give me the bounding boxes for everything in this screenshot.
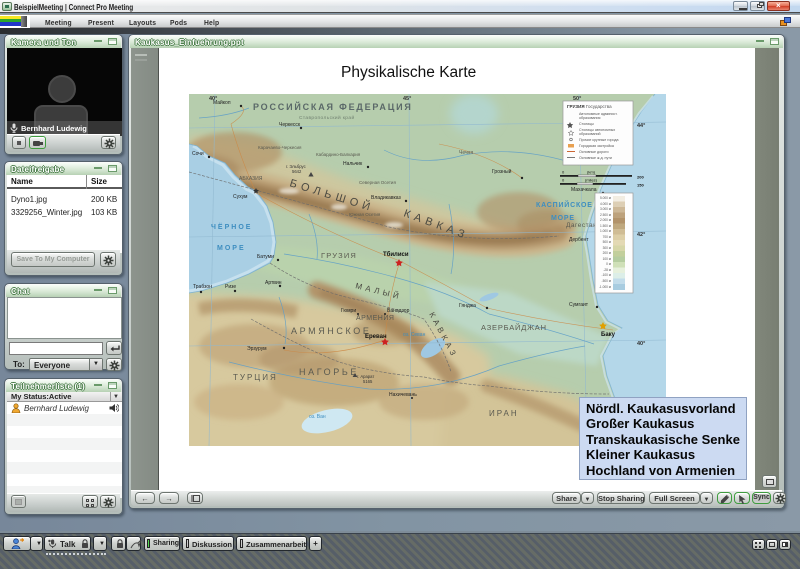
svg-text:Махачкала: Махачкала [571,187,597,193]
svg-text:2.000 м: 2.000 м [600,218,611,222]
svg-text:Черкесск: Черкесск [279,122,301,128]
svg-text:100 м: 100 м [603,257,611,261]
svg-text:Прочие крупные города: Прочие крупные города [579,138,618,142]
svg-text:5165: 5165 [363,379,373,384]
svg-text:Столицы: Столицы [579,122,594,126]
svg-text:Карачаево-Черкесия: Карачаево-Черкесия [258,145,302,150]
svg-text:4.000 м: 4.000 м [600,202,611,206]
svg-text:ЧЁРНОЕ: ЧЁРНОЕ [211,223,252,231]
svg-text:Дербент: Дербент [569,237,589,243]
svg-text:оз. Севан: оз. Севан [403,332,426,338]
svg-text:АРМЯНСКОЕ: АРМЯНСКОЕ [291,326,371,336]
svg-text:Тбилиси: Тбилиси [383,251,409,258]
svg-text:образований: образований [579,132,601,136]
svg-text:КАСПИЙСКОЕ: КАСПИЙСКОЕ [536,200,593,209]
svg-text:Северная Осетия: Северная Осетия [359,180,396,185]
svg-text:Владикавказ: Владикавказ [371,195,402,201]
svg-text:300 м: 300 м [603,246,611,250]
svg-text:РОССИЙСКАЯ ФЕДЕРАЦИЯ: РОССИЙСКАЯ ФЕДЕРАЦИЯ [253,101,413,112]
svg-text:Ставропольский край: Ставропольский край [299,114,355,121]
svg-text:АЗЕРБАЙДЖАН: АЗЕРБАЙДЖАН [481,323,547,332]
svg-text:ГРУЗИЯ Государства: ГРУЗИЯ Государства [567,104,612,109]
svg-text:Южная Осетия: Южная Осетия [349,212,381,217]
svg-text:2.500 м: 2.500 м [600,213,611,217]
svg-text:42°: 42° [637,232,645,238]
svg-text:Батуми: Батуми [257,254,274,260]
svg-text:Городская застройка: Городская застройка [579,144,614,148]
svg-text:АБХАЗИЯ: АБХАЗИЯ [239,176,263,182]
svg-text:0 м: 0 м [606,262,611,266]
svg-text:Гянджа: Гянджа [459,303,476,309]
svg-text:НАГОРЬЕ: НАГОРЬЕ [299,367,359,377]
svg-text:44°: 44° [637,123,645,129]
svg-text:-500 м: -500 м [602,279,611,283]
svg-text:(miles): (miles) [585,178,598,183]
svg-text:Ереван: Ереван [365,334,387,340]
svg-text:500 м: 500 м [603,240,611,244]
svg-text:Основные ж.д. пути: Основные ж.д. пути [579,156,612,160]
svg-text:-1.000 м: -1.000 м [599,285,611,289]
svg-text:Артвин: Артвин [265,280,282,286]
svg-text:Сумгаит: Сумгаит [569,302,589,308]
svg-text:АРМЕНИЯ: АРМЕНИЯ [356,315,394,322]
svg-text:Дагестан: Дагестан [566,222,597,229]
svg-text:40°: 40° [209,96,217,102]
svg-text:200: 200 [637,175,644,180]
svg-text:Гюмри: Гюмри [341,308,356,314]
svg-text:200 м: 200 м [603,251,611,255]
svg-text:3.000 м: 3.000 м [600,207,611,211]
svg-text:-28 м: -28 м [603,268,611,272]
svg-text:ГРУЗИЯ: ГРУЗИЯ [321,251,357,260]
svg-text:(km): (km) [587,170,596,175]
svg-text:МОРЕ: МОРЕ [217,245,246,252]
svg-text:5642: 5642 [292,169,302,174]
svg-text:Нахичевань: Нахичевань [389,392,417,398]
svg-text:Ванадзор: Ванадзор [387,308,410,314]
svg-text:Трабзон: Трабзон [193,284,212,290]
svg-text:ИРАН: ИРАН [489,409,519,418]
svg-text:150: 150 [637,183,644,188]
svg-text:1.000 м: 1.000 м [600,229,611,233]
svg-text:Нальчик: Нальчик [343,161,363,167]
svg-text:-100 м: -100 м [602,273,611,277]
svg-text:Грозный: Грозный [492,168,512,175]
svg-text:40°: 40° [637,341,645,347]
svg-text:оз. Ван: оз. Ван [309,414,326,420]
svg-text:ТУРЦИЯ: ТУРЦИЯ [233,373,278,382]
svg-text:Эрзурум: Эрзурум [247,346,267,352]
svg-text:Сочи: Сочи [192,151,204,157]
svg-text:Чечня: Чечня [459,150,473,156]
svg-text:Основные дороги: Основные дороги [579,150,608,154]
svg-text:Баку: Баку [601,332,616,338]
svg-text:Кабардино-Балкария: Кабардино-Балкария [316,152,361,157]
svg-text:45°: 45° [403,96,411,102]
svg-text:МОРЕ: МОРЕ [551,215,575,222]
svg-text:5.000 м: 5.000 м [600,196,611,200]
svg-text:Сухум: Сухум [233,194,248,200]
svg-text:образования: образования [579,116,600,120]
svg-text:700 м: 700 м [603,235,611,239]
svg-text:Ризе: Ризе [225,284,236,290]
svg-text:1.500 м: 1.500 м [600,224,611,228]
